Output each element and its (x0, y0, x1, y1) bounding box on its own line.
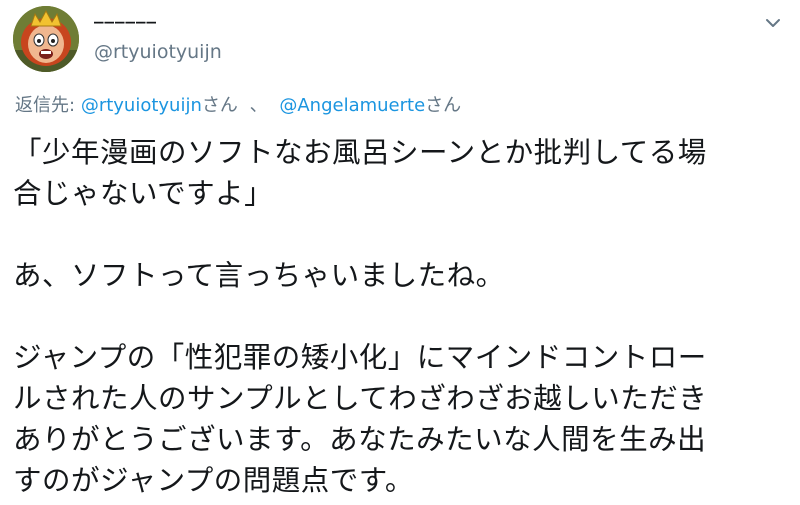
display-name[interactable]: ______ (94, 2, 157, 24)
tweet: ______ @rtyuiotyuijn 返信先: @rtyuiotyuijnさ… (0, 0, 800, 505)
tweet-line: 「少年漫画のソフトなお風呂シーンとか批判してる場 (13, 136, 707, 169)
tweet-paragraph-3: ジャンプの「性犯罪の矮小化」にマインドコントロー ルされた人のサンプルとしてわざ… (13, 337, 788, 501)
reply-mention-2-suffix: さん (425, 95, 462, 116)
user-handle[interactable]: @rtyuiotyuijn (94, 41, 222, 63)
avatar[interactable] (13, 6, 79, 72)
reply-context: 返信先: @rtyuiotyuijnさん 、 @Angelamuerteさん (15, 91, 461, 117)
chevron-down-icon (766, 19, 780, 27)
tweet-line: すのがジャンプの問題点です。 (13, 464, 414, 497)
tweet-paragraph-2: あ、ソフトって言っちゃいましたね。 (13, 255, 788, 296)
reply-mention-1-suffix: さん (201, 95, 238, 116)
tweet-line: ルされた人のサンプルとしてわざわざお越しいただき (13, 382, 708, 415)
tweet-line: あ、ソフトって言っちゃいましたね。 (13, 259, 505, 292)
tweet-line: ジャンプの「性犯罪の矮小化」にマインドコントロー (13, 341, 707, 374)
tweet-body: 「少年漫画のソフトなお風呂シーンとか批判してる場 合じゃないですよ」 あ、ソフト… (13, 132, 788, 501)
cartoon-avatar-icon (13, 6, 79, 72)
tweet-menu-button[interactable] (762, 12, 784, 34)
reply-prefix: 返信先: (15, 95, 76, 116)
reply-separator: 、 (249, 95, 268, 116)
tweet-line: 合じゃないですよ」 (13, 177, 274, 210)
tweet-paragraph-1: 「少年漫画のソフトなお風呂シーンとか批判してる場 合じゃないですよ」 (13, 132, 788, 214)
tweet-line: ありがとうございます。あなたみたいな人間を生み出 (13, 423, 707, 456)
reply-mention-1[interactable]: @rtyuiotyuijn (81, 95, 202, 116)
reply-mention-2[interactable]: @Angelamuerte (279, 95, 425, 116)
